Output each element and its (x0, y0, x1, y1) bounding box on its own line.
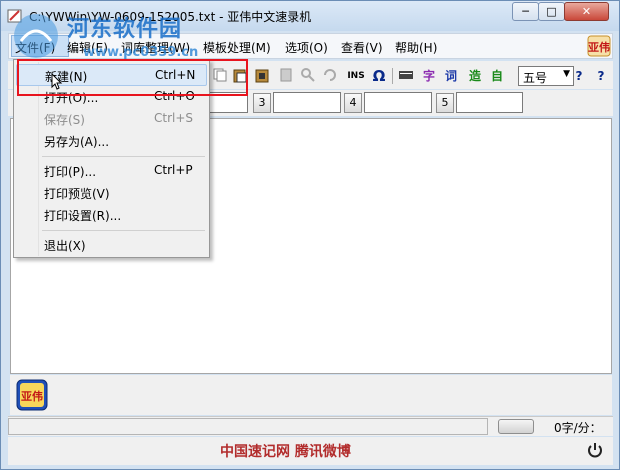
ins-button[interactable]: INS (344, 67, 368, 85)
menu-item-label: 打印设置(R)... (44, 209, 122, 223)
menu-item-label: 保存(S) (44, 113, 85, 127)
zi-button[interactable]: 字 (420, 67, 438, 85)
refresh-icon[interactable] (322, 67, 338, 83)
yawei-logo-icon: 亚伟 (587, 35, 611, 57)
menu-edit[interactable]: 编辑(E) (67, 39, 108, 56)
minimize-icon: ─ (522, 5, 529, 18)
zao-button[interactable]: 造 (466, 67, 484, 85)
yawei-logo-icon[interactable]: 亚伟 (16, 379, 48, 411)
toolbar-separator (392, 68, 393, 84)
menu-item-print[interactable]: 打印(P)... Ctrl+P (16, 160, 207, 182)
maximize-button[interactable]: □ (538, 2, 565, 21)
menu-lexicon[interactable]: 词库整理(W) (121, 39, 190, 56)
menu-options[interactable]: 选项(O) (285, 39, 328, 56)
menu-item-save[interactable]: 保存(S) Ctrl+S (16, 108, 207, 130)
find-icon[interactable] (300, 67, 316, 83)
menu-template[interactable]: 模板处理(M) (203, 39, 271, 56)
maximize-icon: □ (546, 5, 557, 18)
minimize-button[interactable]: ─ (512, 2, 539, 21)
field-3-button[interactable]: 3 (253, 93, 271, 113)
help-icon[interactable]: ? (570, 67, 588, 85)
menu-item-label: 退出(X) (44, 239, 86, 253)
footer-links[interactable]: 中国速记网 腾讯微博 (220, 441, 351, 461)
zi2-button[interactable]: 自 (488, 67, 506, 85)
document-icon[interactable] (278, 67, 294, 83)
app-window: C:\YWWin\YW-0609-152005.txt - 亚伟中文速录机 ─ … (0, 0, 620, 470)
status-indicator (498, 419, 534, 434)
power-icon[interactable] (586, 441, 604, 459)
svg-text:亚伟: 亚伟 (21, 389, 43, 403)
menu-bar: 文件(F) 编辑(E) 词库整理(W) 模板处理(M) 选项(O) 查看(V) … (8, 33, 613, 59)
menu-file[interactable]: 文件(F) (15, 39, 55, 56)
menu-item-label: 另存为(A)... (44, 135, 110, 149)
ci-button[interactable]: 词 (442, 67, 460, 85)
window-title: C:\YWWin\YW-0609-152005.txt - 亚伟中文速录机 (29, 10, 312, 24)
typing-speed: 0字/分： (554, 421, 602, 435)
menu-help[interactable]: 帮助(H) (395, 39, 437, 56)
field-3[interactable] (273, 92, 341, 113)
menu-item-shortcut: Ctrl+P (154, 163, 193, 177)
menu-separator (42, 230, 205, 231)
font-size-select[interactable]: 五号 ▼ (518, 66, 574, 86)
menu-view[interactable]: 查看(V) (341, 39, 383, 56)
whats-this-icon[interactable]: ? (592, 67, 610, 85)
menu-item-label: 打印(P)... (44, 165, 97, 179)
field-4[interactable] (364, 92, 432, 113)
status-cell-main (8, 418, 488, 435)
keyboard-icon[interactable] (398, 68, 414, 82)
field-5[interactable] (456, 92, 523, 113)
menu-separator (42, 156, 205, 157)
mouse-cursor-icon (51, 73, 63, 90)
menu-item-print-setup[interactable]: 打印设置(R)... (16, 204, 207, 226)
app-icon (7, 9, 22, 23)
field-5-button[interactable]: 5 (436, 93, 454, 113)
close-icon: ✕ (581, 5, 592, 18)
menu-item-exit[interactable]: 退出(X) (16, 234, 207, 256)
side-panel: 亚伟 (10, 375, 612, 415)
title-bar[interactable]: C:\YWWin\YW-0609-152005.txt - 亚伟中文速录机 ─ … (1, 1, 619, 31)
footer: 中国速记网 腾讯微博 (8, 437, 613, 465)
menu-item-shortcut: Ctrl+S (154, 111, 194, 125)
svg-text:亚伟: 亚伟 (588, 40, 610, 54)
menu-item-print-preview[interactable]: 打印预览(V) (16, 182, 207, 204)
close-button[interactable]: ✕ (564, 2, 609, 21)
field-4-button[interactable]: 4 (344, 93, 362, 113)
chevron-down-icon: ▼ (563, 69, 570, 79)
status-bar: 0字/分： (8, 416, 613, 436)
menu-item-save-as[interactable]: 另存为(A)... (16, 130, 207, 152)
paste-special-icon[interactable] (254, 67, 270, 83)
omega-icon[interactable]: Ω (370, 67, 388, 85)
menu-item-label: 打印预览(V) (44, 187, 110, 201)
font-size-value: 五号 (523, 71, 548, 85)
